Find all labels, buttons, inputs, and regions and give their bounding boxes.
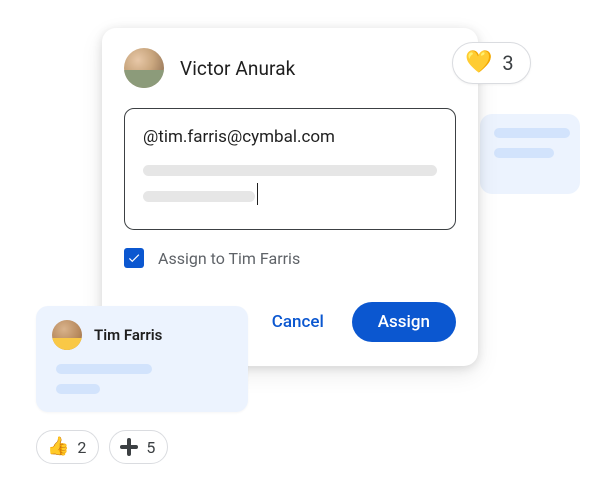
- reaction-count: 5: [146, 438, 155, 457]
- reaction-row: 👍 2 5: [36, 430, 168, 464]
- thumbs-up-icon: 👍: [47, 438, 69, 456]
- comment-textarea[interactable]: @tim.farris@cymbal.com: [124, 108, 456, 230]
- text-cursor: [257, 183, 258, 205]
- cancel-button[interactable]: Cancel: [258, 304, 338, 340]
- skeleton-line: [56, 364, 152, 374]
- plus-icon: [120, 438, 138, 456]
- assign-button[interactable]: Assign: [352, 302, 456, 342]
- skeleton-line: [494, 128, 570, 138]
- skeleton-line: [143, 191, 255, 202]
- assignee-card[interactable]: Tim Farris: [36, 306, 248, 412]
- assign-row: Assign to Tim Farris: [124, 248, 456, 268]
- assign-checkbox[interactable]: [124, 248, 144, 268]
- reaction-heart-pill[interactable]: 💛 3: [452, 42, 531, 84]
- assign-label: Assign to Tim Farris: [158, 249, 300, 268]
- skeleton-line: [143, 165, 437, 176]
- heart-icon: 💛: [465, 52, 492, 74]
- assignee-header: Tim Farris: [52, 320, 232, 350]
- add-reaction-pill[interactable]: 5: [109, 430, 168, 464]
- skeleton-line: [494, 148, 554, 158]
- background-card-right: [480, 114, 580, 194]
- reaction-count: 2: [77, 438, 86, 457]
- assignee-name: Tim Farris: [94, 326, 162, 344]
- check-icon: [127, 251, 141, 265]
- author-row: Victor Anurak: [124, 48, 456, 88]
- skeleton-line: [56, 384, 100, 394]
- reaction-count: 3: [502, 51, 513, 75]
- author-name: Victor Anurak: [180, 57, 295, 80]
- reaction-thumbs-pill[interactable]: 👍 2: [36, 430, 99, 464]
- assignee-avatar: [52, 320, 82, 350]
- author-avatar: [124, 48, 164, 88]
- mention-text: @tim.farris@cymbal.com: [143, 127, 437, 147]
